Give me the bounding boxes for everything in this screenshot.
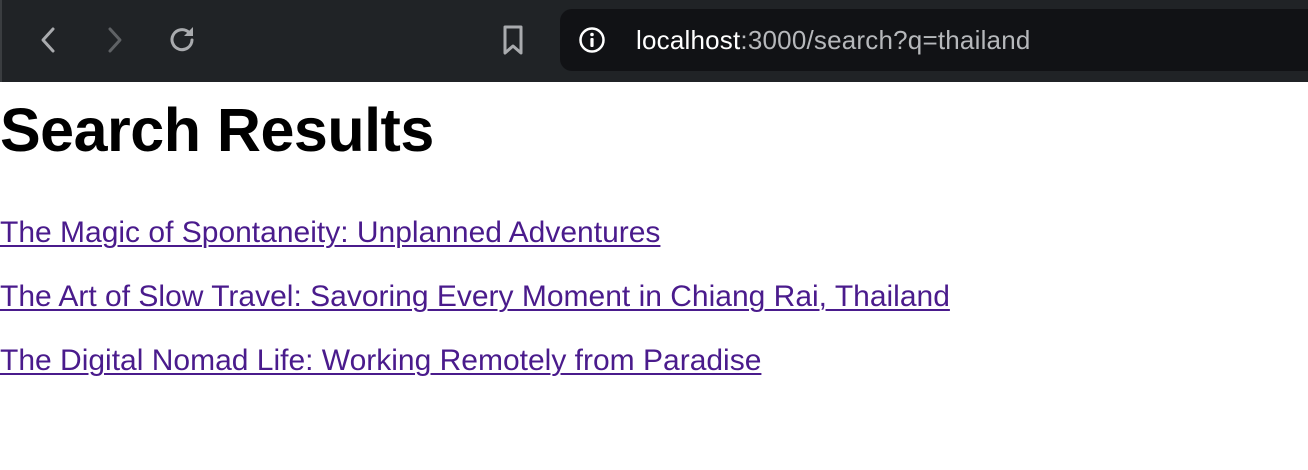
back-button[interactable] — [26, 18, 70, 62]
url-host: localhost — [636, 25, 741, 55]
address-bar[interactable]: localhost:3000/search?q=thailand — [560, 9, 1308, 71]
url-text[interactable]: localhost:3000/search?q=thailand — [636, 23, 1031, 57]
search-results-list: The Magic of Spontaneity: Unplanned Adve… — [0, 213, 950, 405]
list-item: The Art of Slow Travel: Savoring Every M… — [0, 277, 950, 341]
bookmark-button[interactable] — [491, 18, 535, 62]
url-path: :3000/search?q=thailand — [740, 25, 1031, 55]
info-icon[interactable] — [578, 26, 606, 54]
reload-button[interactable] — [160, 18, 204, 62]
reload-icon — [170, 27, 194, 52]
result-link[interactable]: The Digital Nomad Life: Working Remotely… — [0, 344, 761, 377]
list-item: The Magic of Spontaneity: Unplanned Adve… — [0, 213, 950, 277]
chevron-left-icon — [41, 27, 55, 53]
bookmark-icon — [503, 25, 523, 55]
page-title: Search Results — [0, 96, 434, 164]
forward-button[interactable] — [93, 18, 137, 62]
browser-toolbar: localhost:3000/search?q=thailand — [0, 0, 1308, 82]
result-link[interactable]: The Magic of Spontaneity: Unplanned Adve… — [0, 216, 660, 249]
list-item: The Digital Nomad Life: Working Remotely… — [0, 341, 950, 405]
chevron-right-icon — [108, 27, 122, 53]
result-link[interactable]: The Art of Slow Travel: Savoring Every M… — [0, 280, 950, 313]
